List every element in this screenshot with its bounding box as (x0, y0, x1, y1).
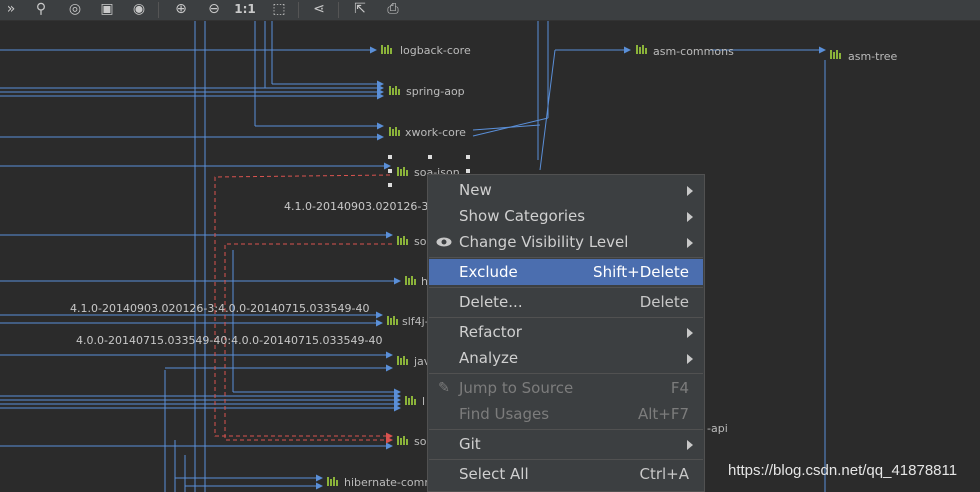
menu-item-delete[interactable]: Delete... Delete (429, 289, 703, 315)
menu-item-label: Exclude (459, 263, 518, 281)
menu-item-git[interactable]: Git (429, 431, 703, 457)
menu-item-select-all[interactable]: Select All Ctrl+A (429, 461, 703, 487)
menu-item-label: Show Categories (459, 207, 586, 225)
menu-item-shortcut: Delete (639, 293, 689, 311)
menu-item-label: Find Usages (459, 405, 550, 423)
print-icon[interactable]: ⎙ (382, 0, 404, 20)
menu-item-find-usages[interactable]: Find Usages Alt+F7 (429, 401, 703, 427)
menu-item-analyze[interactable]: Analyze (429, 345, 703, 371)
fit-icon[interactable]: ▣ (96, 0, 118, 20)
node-soa-3[interactable]: so (414, 435, 427, 448)
node-asm-tree[interactable]: asm-tree (848, 50, 898, 63)
menu-item-jump-to-source[interactable]: ✎ Jump to Source F4 (429, 375, 703, 401)
menu-item-label: Refactor (459, 323, 522, 341)
menu-item-shortcut: Ctrl+A (639, 465, 689, 483)
node-l[interactable]: l (422, 395, 425, 408)
context-menu: New Show Categories Change Visibility Le… (427, 174, 705, 492)
expand-icon[interactable]: » (0, 0, 22, 20)
node-logback-core[interactable]: logback-core (400, 44, 471, 57)
menu-item-label: Jump to Source (459, 379, 574, 397)
node-slf4j[interactable]: slf4j- (402, 315, 429, 328)
edge-label: 4.0.0-20140715.033549-40:4.0.0-20140715.… (76, 334, 383, 347)
menu-item-exclude[interactable]: Exclude Shift+Delete (429, 259, 703, 285)
submenu-arrow-icon (687, 440, 693, 450)
menu-item-shortcut: Shift+Delete (593, 263, 689, 281)
locate-icon[interactable]: ◎ (64, 0, 86, 20)
menu-item-label: Delete... (459, 293, 523, 311)
share-icon[interactable]: ⋖ (308, 0, 330, 20)
menu-item-label: Git (459, 435, 481, 453)
menu-item-label: New (459, 181, 492, 199)
submenu-arrow-icon (687, 186, 693, 196)
fit-content-icon[interactable]: ⬚ (268, 0, 290, 20)
node-spring-aop[interactable]: spring-aop (406, 85, 465, 98)
menu-item-refactor[interactable]: Refactor (429, 319, 703, 345)
menu-item-label: Analyze (459, 349, 519, 367)
menu-item-label: Change Visibility Level (459, 233, 629, 251)
edge-label: 4.1.0-20140903.020126-3 (284, 200, 428, 213)
export-icon[interactable]: ⇱ (349, 0, 371, 20)
menu-item-label: Select All (459, 465, 529, 483)
node-icon (381, 45, 392, 54)
watermark-text: https://blog.csdn.net/qq_41878811 (728, 462, 958, 479)
menu-item-show-categories[interactable]: Show Categories (429, 203, 703, 229)
menu-item-shortcut: Alt+F7 (637, 405, 689, 423)
menu-item-shortcut: F4 (670, 379, 689, 397)
node-hibernate-commons[interactable]: hibernate-comm (344, 476, 435, 489)
eye-icon[interactable]: ◉ (128, 0, 150, 20)
node-api[interactable]: -api (707, 422, 728, 435)
menu-item-new[interactable]: New (429, 177, 703, 203)
edge-label: 4.1.0-20140903.020126-3:4.0.0-20140715.0… (70, 302, 370, 315)
diagram-toolbar: » ⚲ ◎ ▣ ◉ ⊕ ⊖ 1:1 ⬚ ⋖ ⇱ ⎙ (0, 0, 980, 21)
submenu-arrow-icon (687, 328, 693, 338)
menu-item-change-visibility[interactable]: Change Visibility Level (429, 229, 703, 255)
submenu-arrow-icon (687, 212, 693, 222)
node-xwork-core[interactable]: xwork-core (405, 126, 466, 139)
pencil-icon: ✎ (438, 380, 450, 396)
submenu-arrow-icon (687, 238, 693, 248)
node-soa-2[interactable]: so (414, 235, 427, 248)
tree-icon[interactable]: ⚲ (30, 0, 52, 20)
node-asm-commons[interactable]: asm-commons (653, 45, 734, 58)
zoom-in-icon[interactable]: ⊕ (170, 0, 192, 20)
actual-size-icon[interactable]: 1:1 (234, 0, 256, 20)
zoom-out-icon[interactable]: ⊖ (203, 0, 225, 20)
submenu-arrow-icon (687, 354, 693, 364)
